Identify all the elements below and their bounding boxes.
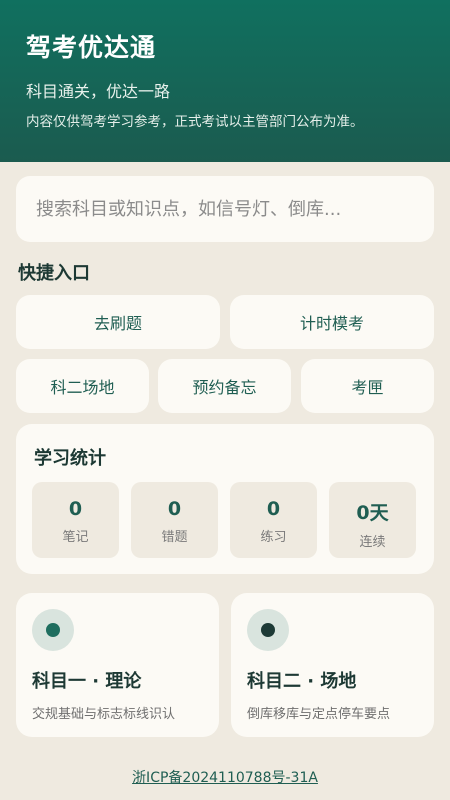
- app-slogan: 科目通关，优达一路: [26, 82, 171, 101]
- study-stats-card: 学习统计 0 笔记 0 错题 0 练习 0天 连续: [16, 424, 434, 574]
- stat-label: 笔记: [62, 530, 89, 545]
- subject2-icon: [247, 609, 289, 651]
- stat-practice[interactable]: 0 练习: [230, 482, 317, 558]
- subject1-title: 科目一 · 理论: [32, 671, 142, 692]
- stat-value: 0: [266, 498, 281, 520]
- stat-label: 错题: [161, 530, 188, 545]
- subject2-card[interactable]: 科目二 · 场地 倒库移库与定点停车要点: [231, 593, 434, 737]
- subject2-title: 科目二 · 场地: [247, 671, 357, 692]
- subject1-icon: [32, 609, 74, 651]
- search-input[interactable]: [36, 198, 416, 220]
- appointment-memo-button[interactable]: 预约备忘: [158, 359, 291, 413]
- timed-exam-button[interactable]: 计时模考: [230, 295, 434, 349]
- quick-access-title: 快捷入口: [18, 263, 90, 284]
- stat-label: 连续: [359, 535, 386, 550]
- dot-icon: [46, 623, 60, 637]
- disclaimer-text: 内容仅供驾考学习参考，正式考试以主管部门公布为准。: [26, 114, 364, 130]
- subject1-card[interactable]: 科目一 · 理论 交规基础与标志标线识认: [16, 593, 219, 737]
- exam-box-button[interactable]: 考匣: [301, 359, 434, 413]
- stat-label: 练习: [260, 530, 287, 545]
- subject1-desc: 交规基础与标志标线识认: [32, 707, 176, 722]
- stat-notes[interactable]: 0 笔记: [32, 482, 119, 558]
- app-header: 驾考优达通 科目通关，优达一路 内容仅供驾考学习参考，正式考试以主管部门公布为准…: [0, 0, 450, 162]
- stat-value: 0: [68, 498, 83, 520]
- subject2-desc: 倒库移库与定点停车要点: [247, 707, 391, 722]
- subject2-venue-button[interactable]: 科二场地: [16, 359, 149, 413]
- stat-streak[interactable]: 0天 连续: [329, 482, 416, 558]
- icp-link[interactable]: 浙ICP备2024110788号-31A: [0, 767, 450, 787]
- study-stats-title: 学习统计: [34, 448, 106, 469]
- stat-mistakes[interactable]: 0 错题: [131, 482, 218, 558]
- practice-button[interactable]: 去刷题: [16, 295, 220, 349]
- search-box[interactable]: [16, 176, 434, 242]
- stat-value: 0天: [356, 502, 389, 524]
- stat-value: 0: [167, 498, 182, 520]
- app-title: 驾考优达通: [26, 33, 157, 62]
- dot-icon: [261, 623, 275, 637]
